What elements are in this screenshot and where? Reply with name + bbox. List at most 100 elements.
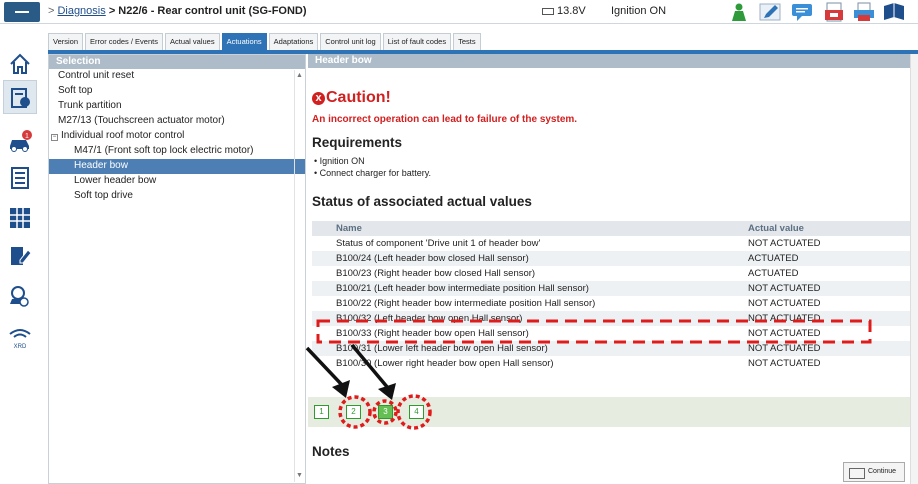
actual-values-table: Name Actual value Status of component 'D…	[312, 221, 910, 371]
tab-control-unit-log[interactable]: Control unit log	[320, 33, 381, 50]
car-alert-icon[interactable]: 1	[8, 130, 32, 154]
scroll-up-icon[interactable]: ▲	[296, 72, 303, 79]
ignition-status: Ignition ON	[611, 5, 667, 17]
book-icon[interactable]	[882, 2, 906, 22]
row-value: ACTUATED	[748, 268, 799, 279]
tab-adaptations[interactable]: Adaptations	[268, 33, 319, 50]
requirements-heading: Requirements	[312, 135, 403, 150]
selection-item-m47-1[interactable]: M47/1 (Front soft top lock electric moto…	[49, 144, 305, 159]
caution-label: Caution!	[326, 89, 391, 106]
selection-item-soft-top[interactable]: Soft top	[49, 84, 305, 99]
row-value: NOT ACTUATED	[748, 238, 821, 249]
breadcrumb-diagnosis-link[interactable]: Diagnosis	[57, 5, 105, 17]
diagnosis-window: > Diagnosis > N22/6 - Rear control unit (…	[0, 0, 918, 484]
selection-item-trunk-partition[interactable]: Trunk partition	[49, 99, 305, 114]
page-button-4[interactable]: 4	[409, 405, 424, 419]
tab-actuations[interactable]: Actuations	[221, 33, 267, 50]
table-row: B100/30 (Lower right header bow open Hal…	[312, 356, 910, 371]
collapse-toggle[interactable]: −	[51, 134, 58, 141]
row-name: Status of component 'Drive unit 1 of hea…	[336, 238, 541, 249]
print-icon[interactable]	[852, 2, 876, 22]
selection-scrollbar[interactable]: ▲ ▼	[294, 70, 303, 482]
row-name: B100/24 (Left header bow closed Hall sen…	[312, 251, 744, 266]
tab-version[interactable]: Version	[48, 33, 84, 50]
voltage-status: 13.8V	[542, 5, 586, 17]
requirement-text: Ignition ON	[319, 156, 365, 166]
actuation-title: Header bow	[308, 54, 910, 68]
row-value: NOT ACTUATED	[744, 311, 910, 326]
column-header-actual-value: Actual value	[744, 221, 910, 236]
row-name: B100/22 (Right header bow intermediate p…	[336, 298, 596, 309]
vehicle-info-icon	[11, 88, 30, 108]
selection-item-m27-13[interactable]: M27/13 (Touchscreen actuator motor)	[49, 114, 305, 129]
requirement-text: Connect charger for battery.	[319, 168, 432, 178]
edit-doc-icon[interactable]	[8, 244, 32, 268]
list-icon[interactable]	[8, 166, 32, 190]
continue-button[interactable]: Continue	[843, 462, 905, 482]
menu-button[interactable]	[4, 2, 40, 22]
selection-title: Selection	[49, 55, 305, 69]
tab-list-of-fault-codes[interactable]: List of fault codes	[382, 33, 452, 50]
table-row: Status of component 'Drive unit 1 of hea…	[312, 236, 910, 251]
row-value: ACTUATED	[744, 251, 910, 266]
selection-item-header-bow[interactable]: Header bow	[49, 159, 305, 174]
breadcrumb: > Diagnosis > N22/6 - Rear control unit (…	[48, 5, 307, 17]
top-bar: > Diagnosis > N22/6 - Rear control unit (…	[0, 0, 918, 24]
pencil-icon[interactable]	[758, 2, 782, 22]
column-header-name: Name	[312, 221, 744, 236]
tab-actual-values[interactable]: Actual values	[164, 33, 220, 50]
table-header-row: Name Actual value	[312, 221, 910, 236]
caution-icon: x	[312, 92, 325, 105]
table-row: B100/33 (Right header bow open Hall sens…	[312, 326, 910, 341]
selection-item-lower-header-bow[interactable]: Lower header bow	[49, 174, 305, 189]
notification-badge: 1	[25, 133, 29, 140]
status-heading: Status of associated actual values	[312, 194, 532, 209]
row-value: NOT ACTUATED	[744, 281, 910, 296]
selection-item-individual-roof-motor-control[interactable]: − Individual roof motor control	[49, 129, 305, 144]
table-row: B100/23 (Right header bow closed Hall se…	[312, 266, 910, 281]
row-name: B100/30 (Lower right header bow open Hal…	[336, 358, 554, 369]
xrd-label: XRD	[14, 344, 27, 350]
selection-item-label: Individual roof motor control	[61, 130, 185, 141]
tab-error-codes[interactable]: Error codes / Events	[85, 33, 163, 50]
row-name: B100/31 (Lower left header bow open Hall…	[312, 341, 744, 356]
row-value: NOT ACTUATED	[744, 341, 910, 356]
home-icon[interactable]	[8, 52, 32, 76]
caution-heading: x Caution!	[312, 89, 391, 107]
row-value: NOT ACTUATED	[748, 298, 821, 309]
page-button-3[interactable]: 3	[378, 405, 393, 419]
pager-bar: 1 2 3 4	[308, 397, 910, 427]
icon-rail: 1 XRD	[0, 44, 40, 484]
row-name: B100/23 (Right header bow closed Hall se…	[336, 268, 536, 279]
tab-bar: Version Error codes / Events Actual valu…	[48, 33, 483, 50]
voltage-value: 13.8V	[557, 5, 586, 17]
chat-icon[interactable]	[790, 2, 814, 22]
main-scrollbar[interactable]	[910, 54, 918, 484]
scroll-down-icon[interactable]: ▼	[296, 472, 303, 479]
row-name: B100/33 (Right header bow open Hall sens…	[336, 328, 529, 339]
row-name: B100/32 (Left header bow open Hall senso…	[312, 311, 744, 326]
actuation-panel: Header bow x Caution! An incorrect operat…	[308, 54, 910, 484]
battery-icon	[542, 8, 554, 15]
person-icon[interactable]	[727, 2, 751, 22]
row-name: B100/21 (Left header bow intermediate po…	[312, 281, 744, 296]
vehicle-info-button[interactable]	[3, 80, 37, 114]
car-search-icon[interactable]	[8, 284, 32, 308]
breadcrumb-separator: >	[48, 5, 55, 17]
grid-icon[interactable]	[8, 206, 32, 230]
table-row: B100/22 (Right header bow intermediate p…	[312, 296, 910, 311]
selection-item-soft-top-drive[interactable]: Soft top drive	[49, 189, 305, 204]
page-button-2[interactable]: 2	[346, 405, 361, 419]
requirement-item: • Ignition ON	[314, 156, 365, 166]
row-value: NOT ACTUATED	[748, 358, 821, 369]
selection-panel: Selection Control unit reset Soft top Tr…	[48, 54, 306, 484]
document-red-icon[interactable]	[822, 2, 846, 22]
row-value: NOT ACTUATED	[748, 328, 821, 339]
xrd-icon[interactable]: XRD	[8, 324, 32, 352]
table-row: B100/31 (Lower left header bow open Hall…	[312, 341, 910, 356]
page-button-1[interactable]: 1	[314, 405, 329, 419]
caution-text: An incorrect operation can lead to failu…	[312, 114, 578, 125]
tab-tests[interactable]: Tests	[453, 33, 481, 50]
table-row-highlighted: B100/32 (Left header bow open Hall senso…	[312, 311, 910, 326]
selection-item-control-unit-reset[interactable]: Control unit reset	[49, 69, 305, 84]
